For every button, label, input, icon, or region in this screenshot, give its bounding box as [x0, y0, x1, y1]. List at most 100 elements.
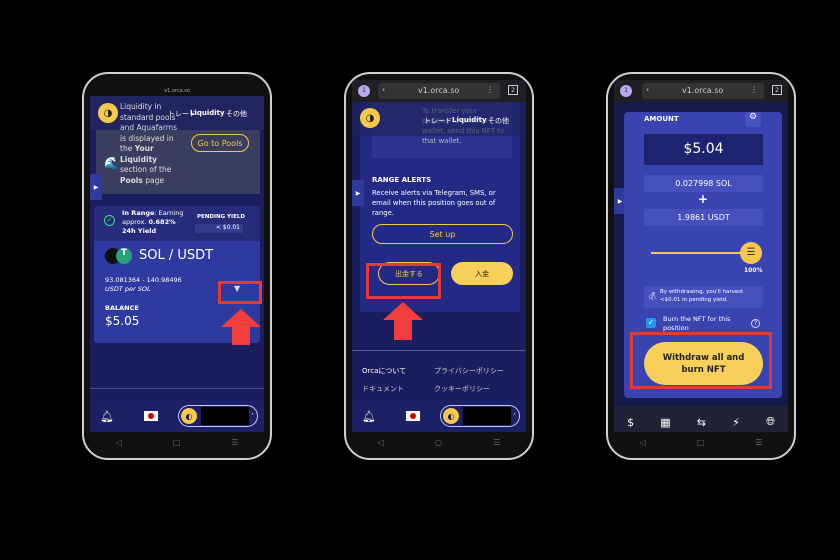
tab-badge[interactable]: 1 [358, 85, 370, 97]
grid-icon[interactable]: ▦ [660, 416, 670, 429]
price-range: 93.081364 - 140.98496 [105, 276, 182, 284]
tab-badge[interactable]: 1 [620, 85, 632, 97]
plus-sign: + [697, 192, 709, 206]
bottom-nav: 🔔︎ ◐ ˄ [352, 400, 526, 432]
recents-icon[interactable]: ☰ [231, 438, 238, 447]
go-to-pools-button[interactable]: Go to Pools [191, 134, 249, 152]
phone-1: v1.orca.so ◑ トレード Liquidity その他 🌊 Liquid… [82, 72, 272, 460]
range-alerts-text: Receive alerts via Telegram, SMS, or ema… [372, 189, 496, 217]
dollar-icon[interactable]: $ [627, 416, 634, 429]
system-nav: ◁ □ ☰ [614, 432, 788, 452]
address-bar[interactable]: ‹ v1.orca.so ⋮ [642, 83, 764, 99]
red-arrow [383, 302, 423, 320]
redacted-address [463, 407, 511, 425]
nav-trade[interactable]: トレード [424, 116, 452, 126]
phone-3: 1 ‹ v1.orca.so ⋮ 2 ▶ AMOUNT ⚙ $5.04 0.02… [606, 72, 796, 460]
wallet-icon: ◐ [443, 408, 459, 424]
sidebar-toggle[interactable]: ▶ [352, 180, 364, 206]
url-text: v1.orca.so [90, 88, 264, 96]
screen: 1 ‹ v1.orca.so ⋮ 2 ▶ AMOUNT ⚙ $5.04 0.02… [614, 80, 788, 452]
banner-text: Liquidity in standard pools and Aquafarm… [120, 102, 178, 185]
recents-icon[interactable]: ☰ [755, 438, 762, 447]
red-arrow-stem [232, 327, 250, 345]
recents-icon[interactable]: ☰ [493, 438, 500, 447]
footer-link[interactable]: プライバシーポリシー [434, 366, 504, 376]
japan-flag-icon[interactable] [143, 411, 158, 421]
range-status: In Range: Earning approx. 0.682% 24h Yie… [122, 209, 184, 235]
menu-dots-icon[interactable]: ⋮ [486, 85, 494, 94]
usdt-amount: 1.9861 USDT [644, 209, 763, 226]
wallet-button[interactable]: ◐ ˄ [178, 405, 258, 427]
red-arrow [221, 309, 261, 327]
range-alerts-title: RANGE ALERTS [372, 176, 432, 184]
pair-name: SOL / USDT [139, 248, 214, 263]
footer-link[interactable]: Orcaについて [362, 366, 406, 376]
burn-nft-checkbox[interactable]: ✓ [646, 318, 656, 328]
wallet-button[interactable]: ◐ ˄ [440, 405, 520, 427]
balance-label: BALANCE [105, 304, 139, 312]
nav-other[interactable]: その他 [226, 109, 247, 119]
home-icon[interactable]: ○ [435, 438, 442, 447]
nav-other[interactable]: その他 [488, 116, 509, 126]
tabs-count[interactable]: 2 [508, 85, 518, 95]
back-icon[interactable]: ◁ [640, 438, 646, 447]
url-text: v1.orca.so [418, 86, 460, 95]
help-icon[interactable]: ? [751, 319, 760, 328]
home-icon[interactable]: □ [697, 438, 705, 447]
footer-link[interactable]: クッキーポリシー [434, 384, 490, 394]
url-text: v1.orca.so [682, 86, 724, 95]
divider [352, 350, 526, 351]
info-banner: 🌊 Liquidity in standard pools and Aquafa… [96, 102, 260, 194]
bottom-nav: 🔔︎ ◐ ˄ [90, 400, 264, 432]
bell-icon[interactable]: 🔔︎ [100, 410, 114, 423]
redacted-address [201, 407, 249, 425]
pending-yield-label: PENDING YIELD [197, 214, 245, 220]
browser-bar: 1 ‹ v1.orca.so ⋮ 2 [352, 80, 526, 102]
wallet-icon: ◐ [181, 408, 197, 424]
amount-label: AMOUNT [644, 115, 679, 123]
highlight-box [630, 332, 772, 389]
swap-icon[interactable]: ⇆ [697, 416, 706, 429]
system-nav: ◁ □ ☰ [90, 432, 264, 452]
chevron-up-icon: ˄ [513, 412, 516, 420]
menu-dots-icon[interactable]: ⋮ [750, 85, 758, 94]
orca-logo[interactable]: ◑ [360, 108, 380, 128]
slider-handle[interactable]: ☰ [740, 242, 762, 264]
sidebar-toggle[interactable]: ▶ [90, 174, 102, 200]
phone-2: 1 ‹ v1.orca.so ⋮ 2 To transfer your posi… [344, 72, 534, 460]
back-icon[interactable]: ◁ [378, 438, 384, 447]
amount-input[interactable]: $5.04 [644, 134, 763, 165]
highlight-box [218, 281, 262, 304]
back-arrow-icon[interactable]: ‹ [646, 85, 649, 94]
check-circle-icon: ✓ [104, 215, 115, 226]
home-icon[interactable]: □ [173, 438, 181, 447]
orca-logo[interactable]: ◑ [98, 103, 118, 123]
tabs-count[interactable]: 2 [772, 85, 782, 95]
burn-nft-label: Burn the NFT for this position [663, 315, 731, 332]
japan-flag-icon[interactable] [405, 411, 420, 421]
slider-track[interactable] [651, 252, 751, 254]
bell-icon[interactable]: 🔔︎ [362, 410, 376, 423]
deposit-button[interactable]: 入金 [451, 262, 513, 285]
footer-link[interactable]: ドキュメント [362, 384, 404, 394]
pending-yield-value: < $0.01 [195, 224, 243, 233]
wave-icon: 🌊 [104, 156, 119, 170]
back-icon[interactable]: ◁ [116, 438, 122, 447]
price-unit: USDT per SOL [105, 285, 151, 293]
back-arrow-icon[interactable]: ‹ [382, 85, 385, 94]
header: ◑ トレード Liquidity その他 [352, 102, 526, 136]
chevron-up-icon: ˄ [251, 412, 254, 420]
card-status: ✓ In Range: Earning approx. 0.682% 24h Y… [94, 206, 260, 241]
settings-gear-icon[interactable]: ⚙ [745, 112, 761, 127]
nav-liquidity[interactable]: Liquidity [452, 116, 487, 124]
set-up-button[interactable]: Set up [372, 224, 513, 244]
browser-bar: 1 ‹ v1.orca.so ⋮ 2 [614, 80, 788, 102]
address-bar[interactable]: ‹ v1.orca.so ⋮ [378, 83, 500, 99]
globe-icon[interactable]: 🌐︎ [766, 415, 775, 429]
lightning-icon[interactable]: ⚡︎ [732, 416, 740, 429]
money-bag-icon: 💰︎ [648, 292, 657, 300]
nav-liquidity[interactable]: Liquidity [190, 109, 225, 117]
sol-amount: 0.027998 SOL [644, 175, 763, 192]
slider-percent: 100% [744, 267, 763, 274]
harvest-text: By withdrawing, you'll harvest <$0.01 in… [660, 289, 744, 303]
